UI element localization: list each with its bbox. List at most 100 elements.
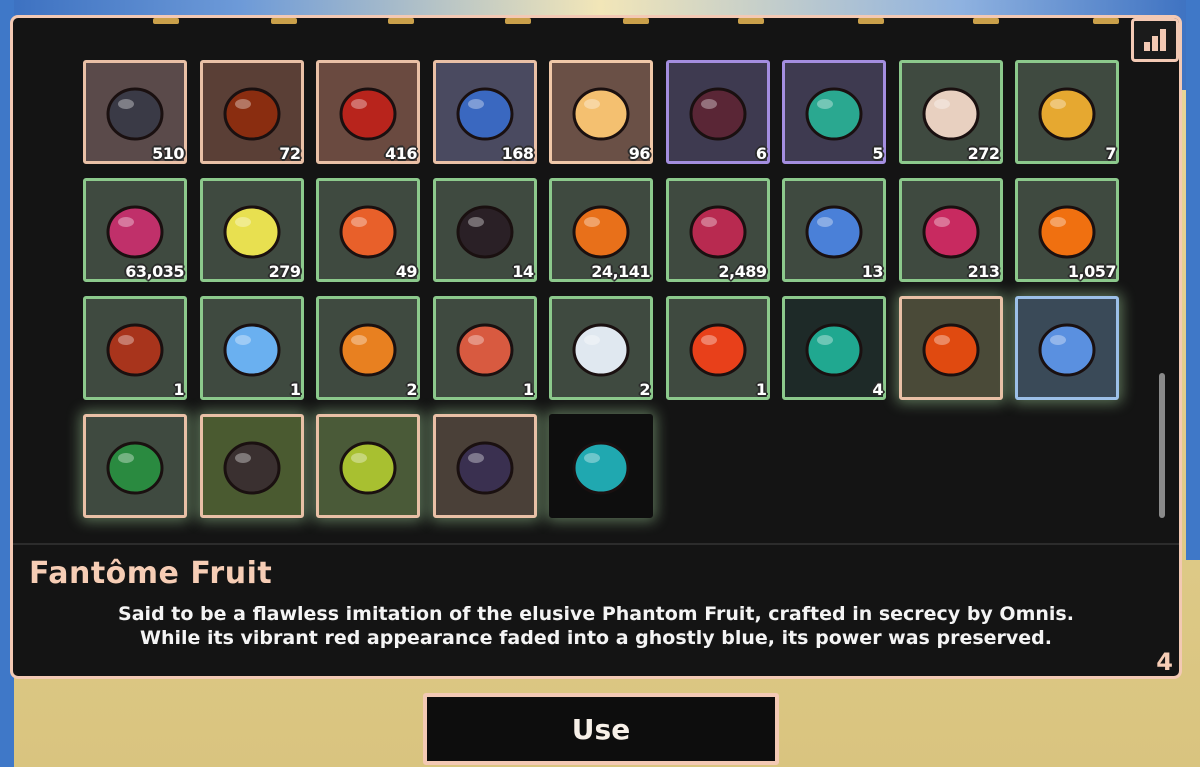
gold-star-icon (572, 87, 630, 141)
ice-star-fruit-icon (1038, 323, 1096, 377)
yellow-eye-icon (223, 205, 280, 259)
inventory-slot-flame-crate[interactable]: 72 (199, 60, 304, 164)
inventory-slot-star-shard[interactable]: 168 (432, 60, 537, 164)
inventory-slot-cake-slice[interactable]: 2 (549, 296, 653, 400)
pudding-icon (339, 323, 397, 377)
moss-fruit-icon (223, 441, 280, 495)
phantom-eye-fruit-icon (572, 441, 630, 495)
inventory-slot-sparkle-star-fruit[interactable] (898, 296, 1003, 400)
inventory-slot-paw-cake[interactable]: 1 (432, 296, 537, 400)
item-count: 6 (755, 144, 767, 163)
sort-button[interactable] (1131, 18, 1179, 62)
item-count: 7 (1105, 144, 1116, 163)
pink-fruit-icon (106, 205, 164, 259)
ice-apple-icon (223, 323, 280, 377)
inventory-slot-teal-heart[interactable]: 4 (782, 296, 886, 400)
cocoa-fruit-icon (456, 441, 513, 495)
dark-orb-icon (106, 87, 164, 141)
inventory-slot-yellow-eye[interactable]: 279 (199, 178, 304, 282)
inventory-slot-crimson-crystal[interactable]: 213 (898, 178, 1003, 282)
item-count: 5 (872, 144, 883, 163)
item-count: 2,489 (718, 262, 767, 281)
inventory-slot-pink-fruit[interactable]: 63,035 (83, 178, 187, 282)
inventory-slot-blue-crystal[interactable]: 13 (782, 178, 886, 282)
item-count: 49 (395, 262, 418, 281)
inventory-slot-red-apple[interactable]: 1 (665, 296, 770, 400)
teal-heart-icon (805, 323, 863, 377)
star-shard-icon (456, 87, 513, 141)
inventory-slot-ember-orb[interactable]: 1 (83, 296, 187, 400)
inventory-slot-dark-orb[interactable]: 510 (83, 60, 187, 164)
inventory-slot-emerald-chest[interactable]: 5 (782, 60, 886, 164)
item-count: 1 (755, 380, 767, 399)
inventory-scrollbar[interactable] (1159, 373, 1165, 518)
red-gem-icon (339, 87, 397, 141)
inventory-slot-phantom-eye-fruit[interactable] (549, 414, 653, 518)
use-button[interactable]: Use (423, 693, 779, 765)
item-count: 72 (279, 144, 301, 163)
cake-slice-icon (572, 323, 630, 377)
inventory-slot-dark-pod[interactable]: 14 (432, 178, 537, 282)
feather-horn-icon (922, 87, 979, 141)
item-count: 1,057 (1067, 262, 1117, 281)
item-count: 510 (152, 144, 184, 163)
inventory-slot-magenta-fruit[interactable]: 2,489 (665, 178, 770, 282)
item-count: 168 (501, 144, 534, 163)
inventory-slot-red-gem[interactable]: 416 (316, 60, 420, 164)
orange-fruit-icon (572, 205, 630, 259)
inventory-slot-carrot[interactable]: 49 (316, 178, 420, 282)
item-count: 2 (639, 380, 650, 399)
emerald-chest-icon (805, 87, 863, 141)
inventory-slot-moss-fruit[interactable] (199, 414, 304, 518)
inventory-slot-cocoa-fruit[interactable] (432, 414, 537, 518)
item-count: 213 (967, 262, 1000, 281)
inventory-slot-gold-star[interactable]: 96 (549, 60, 653, 164)
inventory-slot-rubber-duck[interactable]: 7 (1015, 60, 1119, 164)
inventory-slot-ice-apple[interactable]: 1 (199, 296, 304, 400)
carrot-icon (339, 205, 397, 259)
item-count: 272 (967, 144, 1000, 163)
item-count: 2 (406, 380, 417, 399)
flame-crystal-icon (1038, 205, 1096, 259)
previous-row-peek (83, 18, 1123, 26)
item-count: 13 (861, 262, 884, 281)
sort-bars-icon (1144, 29, 1166, 51)
description-line-2: While its vibrant red appearance faded i… (140, 627, 1052, 649)
inventory-slot-dark-relic[interactable]: 6 (665, 60, 770, 164)
inventory-slot-orange-fruit[interactable]: 24,141 (549, 178, 653, 282)
selected-item-name: Fantôme Fruit (29, 556, 273, 591)
crimson-crystal-icon (922, 205, 979, 259)
item-count: 63,035 (125, 262, 184, 281)
details-divider (13, 543, 1179, 545)
inventory-slot-flame-crystal[interactable]: 1,057 (1015, 178, 1119, 282)
dark-pod-icon (456, 205, 513, 259)
inventory-slot-lime-fruit[interactable] (316, 414, 420, 518)
flame-crate-icon (223, 87, 280, 141)
dark-relic-icon (689, 87, 746, 141)
inventory-slot-leaf-blade-fruit[interactable] (83, 414, 187, 518)
leaf-blade-fruit-icon (106, 441, 164, 495)
item-count: 416 (385, 144, 417, 163)
inventory-grid: 510 72 416 168 96 6 5 272 7 63,035 279 49 14 24,141 2,… (83, 60, 1123, 540)
item-count: 96 (628, 144, 651, 163)
item-count: 279 (268, 262, 301, 281)
item-count: 4 (872, 380, 883, 399)
item-count: 1 (289, 380, 301, 399)
inventory-panel: 510 72 416 168 96 6 5 272 7 63,035 279 49 14 24,141 2,… (10, 15, 1182, 679)
ember-orb-icon (106, 323, 164, 377)
inventory-slot-pudding[interactable]: 2 (316, 296, 420, 400)
item-count: 1 (522, 380, 534, 399)
red-apple-icon (689, 323, 746, 377)
description-line-1: Said to be a flawless imitation of the e… (118, 603, 1074, 625)
selected-item-description: Said to be a flawless imitation of the e… (13, 602, 1179, 650)
paw-cake-icon (456, 323, 513, 377)
rubber-duck-icon (1038, 87, 1096, 141)
sparkle-star-fruit-icon (922, 323, 979, 377)
item-count: 14 (512, 262, 534, 281)
inventory-slot-feather-horn[interactable]: 272 (898, 60, 1003, 164)
inventory-slot-ice-star-fruit[interactable] (1015, 296, 1119, 400)
selected-item-owned-count: 4 (1156, 648, 1173, 676)
background-right-edge (1186, 0, 1200, 560)
item-count: 1 (173, 380, 184, 399)
magenta-fruit-icon (689, 205, 746, 259)
